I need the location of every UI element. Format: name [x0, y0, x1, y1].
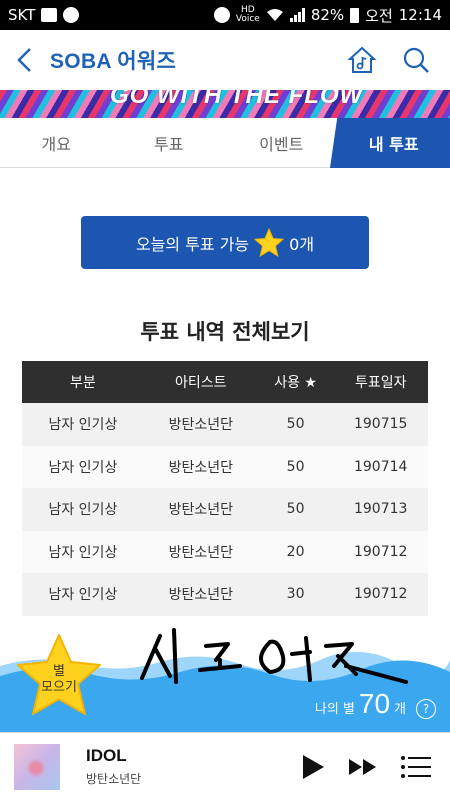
- tab-vote-label: 투표: [154, 134, 184, 154]
- song-title: IDOL: [86, 746, 127, 765]
- cell-category: 남자 인기상: [22, 530, 144, 573]
- column-header-category: 부분: [22, 361, 144, 403]
- cell-category: 남자 인기상: [22, 445, 144, 488]
- cell-date: 190712: [333, 530, 428, 573]
- next-track-icon[interactable]: [348, 757, 378, 777]
- chevron-left-icon: [17, 48, 31, 72]
- carrier-label: SKT: [8, 6, 36, 24]
- star-icon: [253, 227, 285, 257]
- cell-artist: 방탄소년단: [143, 488, 258, 531]
- today-vote-label: 오늘의 투표 가능: [135, 234, 250, 254]
- cell-category: 남자 인기상: [22, 488, 144, 531]
- table-row: 남자 인기상 방탄소년단 50 190714: [22, 445, 428, 488]
- album-art[interactable]: [14, 743, 60, 790]
- column-header-stars-used: 사용 ★: [257, 361, 334, 403]
- tab-my-votes[interactable]: 내 투표: [330, 118, 450, 168]
- play-icon[interactable]: [300, 753, 326, 781]
- column-header-artist: 아티스트: [143, 361, 258, 403]
- cell-stars: 30: [257, 573, 334, 616]
- today-vote-count: 0개: [289, 234, 315, 254]
- star-collect-line2: 모으기: [41, 680, 77, 695]
- cell-stars: 50: [257, 445, 334, 488]
- table-row: 남자 인기상 방탄소년단 50 190713: [22, 488, 428, 531]
- my-votes-panel: 오늘의 투표 가능 0개 투표 내역 전체보기 부분 아티스트 사용 ★ 투표일…: [0, 170, 450, 662]
- star-collect-label[interactable]: 별 모으기: [14, 664, 104, 696]
- clock: 12:14: [398, 6, 442, 24]
- cell-date: 190713: [333, 488, 428, 531]
- search-icon: [403, 47, 429, 73]
- my-stars-label: 나의 별: [314, 702, 355, 717]
- cell-artist: 방탄소년단: [143, 445, 258, 488]
- app-header: SOBA 어워즈: [0, 30, 450, 90]
- image-notification-icon: [41, 8, 58, 22]
- vote-history-title: 투표 내역 전체보기: [140, 320, 310, 344]
- cell-date: 190715: [333, 403, 428, 446]
- today-vote-button[interactable]: 오늘의 투표 가능 0개: [81, 216, 369, 269]
- table-row: 남자 인기상 방탄소년단 50 190715: [22, 403, 428, 446]
- playlist-menu-icon[interactable]: [400, 754, 432, 780]
- tab-overview-label: 개요: [41, 134, 71, 154]
- hd-voice-icon: HD Voice: [235, 5, 260, 24]
- tab-my-votes-label: 내 투표: [368, 134, 419, 154]
- tab-event[interactable]: 이벤트: [225, 118, 338, 167]
- help-icon[interactable]: ?: [416, 699, 436, 719]
- status-bar: SKT HD Voice 82% 오전 12:14: [0, 0, 450, 30]
- vote-history-table: 부분 아티스트 사용 ★ 투표일자 남자 인기상 방탄소년단 50 190715…: [22, 361, 428, 616]
- cell-stars: 50: [257, 488, 334, 531]
- page-title: SOBA 어워즈: [50, 50, 177, 73]
- song-artist: 방탄소년단: [86, 772, 142, 786]
- time-period: 오전: [365, 6, 393, 25]
- banner-text: GO WITH THE FLOW: [110, 90, 364, 109]
- cell-artist: 방탄소년단: [143, 530, 258, 573]
- home-music-button[interactable]: [344, 42, 380, 78]
- my-stars-counter: 나의 별 70 개 ?: [315, 688, 436, 720]
- column-header-vote-date: 투표일자: [333, 361, 428, 403]
- battery-icon: [350, 7, 360, 23]
- cell-category: 남자 인기상: [22, 403, 144, 446]
- cell-date: 190714: [333, 445, 428, 488]
- tab-overview[interactable]: 개요: [0, 118, 113, 167]
- table-header-row: 부분 아티스트 사용 ★ 투표일자: [22, 361, 428, 403]
- my-stars-count: 70: [358, 688, 391, 719]
- table-row: 남자 인기상 방탄소년단 30 190712: [22, 573, 428, 616]
- cell-stars: 50: [257, 403, 334, 446]
- tab-vote[interactable]: 투표: [113, 118, 226, 167]
- event-banner[interactable]: GO WITH THE FLOW: [0, 90, 450, 118]
- back-button[interactable]: [0, 30, 50, 90]
- mini-player[interactable]: IDOL 방탄소년단: [0, 732, 450, 800]
- cell-stars: 20: [257, 530, 334, 573]
- table-row: 남자 인기상 방탄소년단 20 190712: [22, 530, 428, 573]
- now-playing-info[interactable]: IDOL 방탄소년단: [86, 746, 141, 787]
- my-stars-unit: 개: [394, 702, 406, 717]
- cell-artist: 방탄소년단: [143, 403, 258, 446]
- wifi-icon: [266, 9, 283, 21]
- home-music-icon: [347, 46, 377, 73]
- battery-percent: 82%: [310, 6, 345, 24]
- chat-notification-icon: [63, 7, 80, 23]
- search-button[interactable]: [398, 42, 434, 78]
- cell-artist: 방탄소년단: [143, 573, 258, 616]
- tab-bar: 개요 투표 이벤트 내 투표: [0, 118, 450, 168]
- signal-icon: [289, 8, 305, 22]
- alarm-icon: [213, 7, 230, 23]
- tab-event-label: 이벤트: [259, 134, 304, 154]
- cell-category: 남자 인기상: [22, 573, 144, 616]
- cell-date: 190712: [333, 573, 428, 616]
- star-collect-line1: 별: [53, 664, 65, 679]
